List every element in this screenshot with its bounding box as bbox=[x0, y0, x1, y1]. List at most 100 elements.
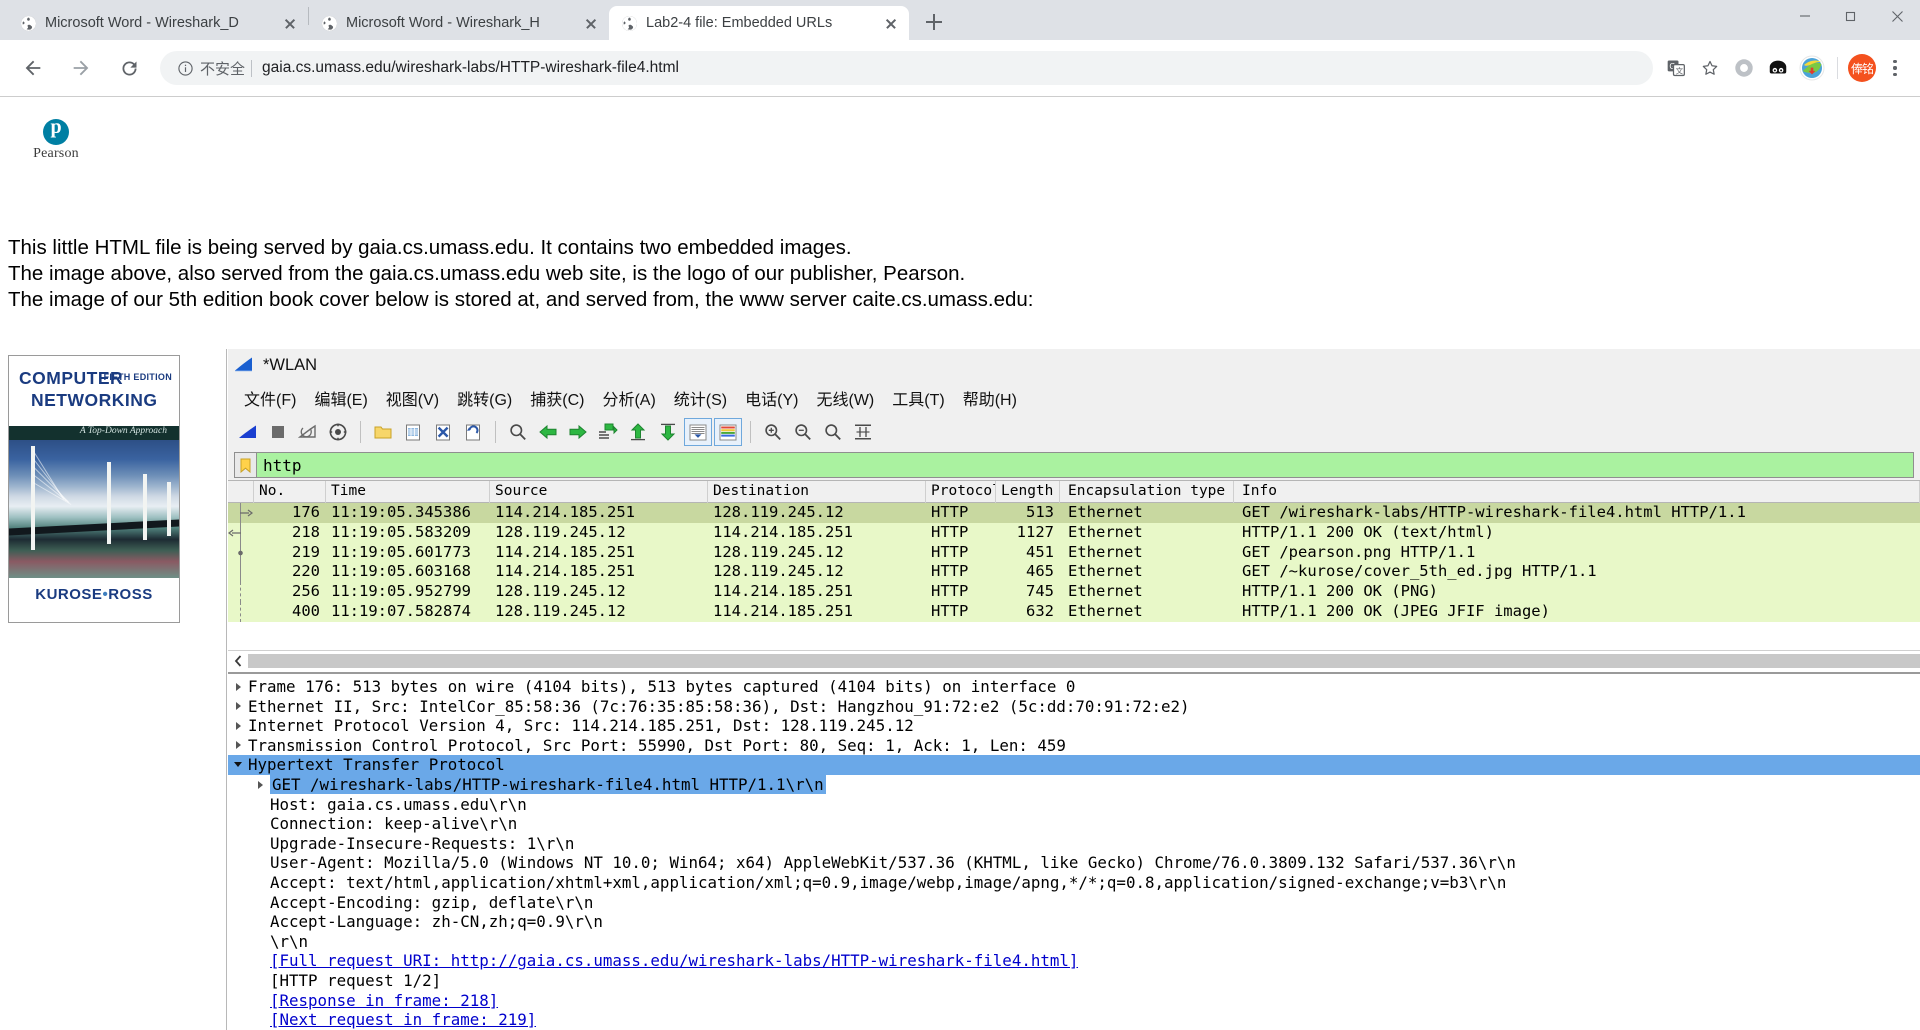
close-button[interactable] bbox=[1874, 0, 1920, 32]
address-bar[interactable]: 不安全 gaia.cs.umass.edu/wireshark-labs/HTT… bbox=[160, 51, 1653, 85]
minimize-button[interactable] bbox=[1782, 0, 1828, 32]
menu-tools[interactable]: 工具(T) bbox=[883, 384, 953, 412]
restart-capture-icon[interactable] bbox=[294, 418, 322, 446]
browser-tab-3-close-icon[interactable] bbox=[881, 13, 901, 33]
detail-row-accept-encoding[interactable]: Accept-Encoding: gzip, deflate\r\n bbox=[228, 892, 1920, 912]
panda-extension-icon[interactable] bbox=[1763, 53, 1793, 83]
expand-twisty-icon[interactable] bbox=[228, 721, 248, 730]
bookmark-icon[interactable] bbox=[235, 453, 257, 477]
column-header-source[interactable]: Source bbox=[490, 480, 708, 503]
profile-avatar[interactable]: 俸铭 bbox=[1848, 54, 1876, 82]
menu-statistics[interactable]: 统计(S) bbox=[665, 384, 736, 412]
maximize-button[interactable] bbox=[1828, 0, 1874, 32]
display-filter-input[interactable]: http bbox=[234, 452, 1914, 478]
menu-capture[interactable]: 捕获(C) bbox=[521, 384, 593, 412]
zoom-reset-icon[interactable] bbox=[819, 418, 847, 446]
packet-row-220[interactable]: 220 11:19:05.603168 114.214.185.251 128.… bbox=[228, 562, 1920, 583]
browser-tab-1[interactable]: Microsoft Word - Wireshark_D bbox=[8, 6, 308, 40]
detail-row-host[interactable]: Host: gaia.cs.umass.edu\r\n bbox=[228, 794, 1920, 814]
reload-button[interactable] bbox=[112, 51, 146, 85]
go-forward-icon[interactable] bbox=[564, 418, 592, 446]
detail-row-full-request-uri[interactable]: [Full request URI: http://gaia.cs.umass.… bbox=[228, 951, 1920, 971]
detail-row-accept[interactable]: Accept: text/html,application/xhtml+xml,… bbox=[228, 873, 1920, 893]
translate-icon[interactable]: G 文 bbox=[1661, 53, 1691, 83]
packet-row-218[interactable]: 218 11:19:05.583209 128.119.245.12 114.2… bbox=[228, 522, 1920, 543]
browser-tab-1-close-icon[interactable] bbox=[280, 13, 300, 33]
column-header-destination[interactable]: Destination bbox=[708, 480, 926, 503]
detail-row-request-line[interactable]: GET /wireshark-labs/HTTP-wireshark-file4… bbox=[228, 775, 1920, 795]
browser-tab-3[interactable]: Lab2-4 file: Embedded URLs bbox=[609, 6, 909, 40]
reload-file-icon[interactable] bbox=[459, 418, 487, 446]
browser-tab-2-close-icon[interactable] bbox=[581, 13, 601, 33]
packet-row-219[interactable]: 219 11:19:05.601773 114.214.185.251 128.… bbox=[228, 542, 1920, 563]
close-file-icon[interactable] bbox=[429, 418, 457, 446]
detail-row-link[interactable]: [Full request URI: http://gaia.cs.umass.… bbox=[248, 951, 1078, 970]
capture-options-icon[interactable] bbox=[324, 418, 352, 446]
scrollbar-track[interactable] bbox=[248, 654, 1920, 669]
menu-file[interactable]: 文件(F) bbox=[235, 384, 305, 412]
packet-list-horizontal-scrollbar[interactable] bbox=[228, 649, 1920, 672]
new-tab-button[interactable] bbox=[919, 7, 949, 37]
detail-row-upgrade-insecure[interactable]: Upgrade-Insecure-Requests: 1\r\n bbox=[228, 834, 1920, 854]
menu-go[interactable]: 跳转(G) bbox=[448, 384, 521, 412]
go-to-packet-icon[interactable] bbox=[594, 418, 622, 446]
menu-wireless[interactable]: 无线(W) bbox=[807, 384, 883, 412]
packet-row-400[interactable]: 400 11:19:07.582874 128.119.245.12 114.2… bbox=[228, 601, 1920, 622]
forward-button[interactable] bbox=[64, 51, 98, 85]
stop-capture-icon[interactable] bbox=[264, 418, 292, 446]
detail-row-frame[interactable]: Frame 176: 513 bytes on wire (4104 bits)… bbox=[228, 677, 1920, 697]
packet-row-176[interactable]: 176 11:19:05.345386 114.214.185.251 128.… bbox=[228, 503, 1920, 523]
detail-row-next-request-in-frame[interactable]: [Next request in frame: 219] bbox=[228, 1010, 1920, 1030]
scroll-left-icon[interactable] bbox=[228, 651, 248, 671]
download-manager-icon[interactable] bbox=[1797, 53, 1827, 83]
detail-row-response-in-frame[interactable]: [Response in frame: 218] bbox=[228, 990, 1920, 1010]
menu-edit[interactable]: 编辑(E) bbox=[305, 384, 376, 412]
star-icon[interactable] bbox=[1695, 53, 1725, 83]
go-to-first-icon[interactable] bbox=[624, 418, 652, 446]
back-button[interactable] bbox=[16, 51, 50, 85]
packet-row-256[interactable]: 256 11:19:05.952799 128.119.245.12 114.2… bbox=[228, 582, 1920, 602]
open-file-icon[interactable] bbox=[369, 418, 397, 446]
expand-twisty-icon[interactable] bbox=[250, 780, 270, 789]
column-header-no[interactable]: No. bbox=[254, 480, 326, 503]
resize-columns-icon[interactable] bbox=[849, 418, 877, 446]
info-circle-icon[interactable] bbox=[174, 57, 196, 79]
colorize-icon[interactable] bbox=[714, 418, 742, 446]
expand-twisty-icon[interactable] bbox=[228, 682, 248, 691]
detail-row-link[interactable]: [Response in frame: 218] bbox=[248, 991, 498, 1010]
save-file-icon[interactable] bbox=[399, 418, 427, 446]
menu-help[interactable]: 帮助(H) bbox=[954, 384, 1026, 412]
menu-view[interactable]: 视图(V) bbox=[377, 384, 448, 412]
column-header-info[interactable]: Info bbox=[1234, 480, 1920, 503]
detail-row-http[interactable]: Hypertext Transfer Protocol bbox=[228, 755, 1920, 775]
column-header-length[interactable]: Length bbox=[996, 480, 1060, 503]
detail-row-ipv4[interactable]: Internet Protocol Version 4, Src: 114.21… bbox=[228, 716, 1920, 736]
book-cover-title-area: COMPUTER FIFTH EDITION NETWORKING bbox=[9, 356, 179, 426]
circle-extension-icon[interactable] bbox=[1729, 53, 1759, 83]
menu-analyze[interactable]: 分析(A) bbox=[593, 384, 664, 412]
go-back-icon[interactable] bbox=[534, 418, 562, 446]
detail-row-tcp[interactable]: Transmission Control Protocol, Src Port:… bbox=[228, 736, 1920, 756]
column-header-protocol[interactable]: Protocol bbox=[926, 480, 996, 503]
column-header-time[interactable]: Time bbox=[326, 480, 490, 503]
detail-row-link[interactable]: [Next request in frame: 219] bbox=[248, 1010, 536, 1029]
expand-twisty-icon[interactable] bbox=[228, 702, 248, 711]
zoom-out-icon[interactable] bbox=[789, 418, 817, 446]
detail-row-crlf[interactable]: \r\n bbox=[228, 932, 1920, 952]
detail-row-ethernet[interactable]: Ethernet II, Src: IntelCor_85:58:36 (7c:… bbox=[228, 696, 1920, 716]
detail-row-connection[interactable]: Connection: keep-alive\r\n bbox=[228, 814, 1920, 834]
start-capture-icon[interactable] bbox=[234, 418, 262, 446]
chrome-menu-icon[interactable] bbox=[1880, 53, 1910, 83]
go-to-last-icon[interactable] bbox=[654, 418, 682, 446]
collapse-twisty-icon[interactable] bbox=[228, 762, 248, 768]
find-packet-icon[interactable] bbox=[504, 418, 532, 446]
detail-row-http-request-count[interactable]: [HTTP request 1/2] bbox=[228, 971, 1920, 991]
browser-tab-2[interactable]: Microsoft Word - Wireshark_H bbox=[309, 6, 609, 40]
menu-telephony[interactable]: 电话(Y) bbox=[736, 384, 807, 412]
zoom-in-icon[interactable] bbox=[759, 418, 787, 446]
detail-row-user-agent[interactable]: User-Agent: Mozilla/5.0 (Windows NT 10.0… bbox=[228, 853, 1920, 873]
column-header-encapsulation[interactable]: Encapsulation type bbox=[1060, 480, 1234, 503]
expand-twisty-icon[interactable] bbox=[228, 741, 248, 750]
auto-scroll-icon[interactable] bbox=[684, 418, 712, 446]
detail-row-accept-language[interactable]: Accept-Language: zh-CN,zh;q=0.9\r\n bbox=[228, 912, 1920, 932]
